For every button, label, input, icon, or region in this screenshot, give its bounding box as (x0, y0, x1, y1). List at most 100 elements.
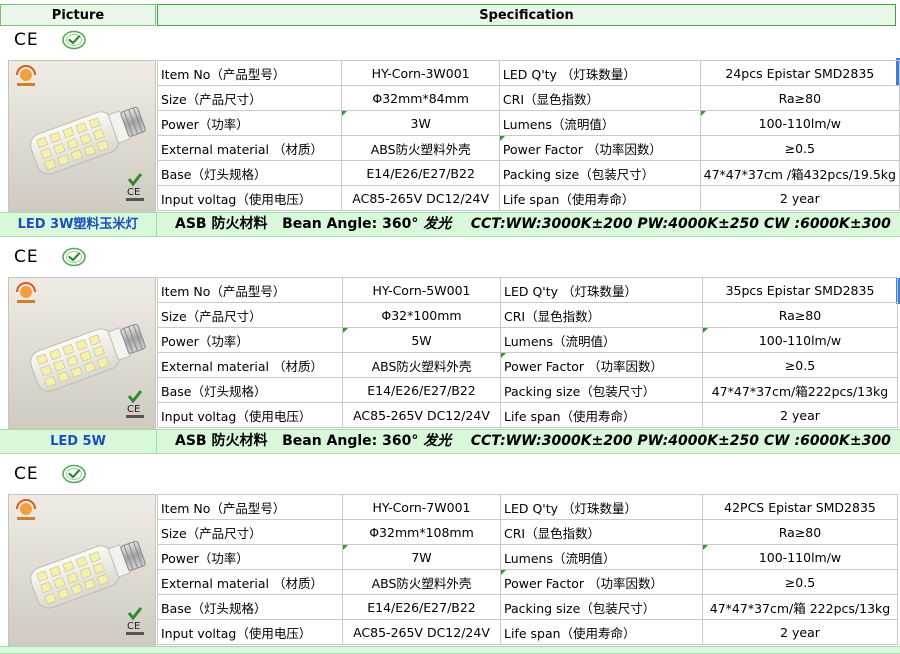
spec-label: Life span（使用寿命） (500, 402, 703, 428)
spec-value: E14/E26/E27/B22 (342, 594, 501, 620)
product-summary-bar: LED 5W ASB 防火材料 Bean Angle: 360° 发光 CCT:… (0, 429, 900, 454)
specification-column-header: Specification (157, 4, 896, 26)
spec-value: 3W (341, 110, 500, 136)
spec-label: Size（产品尺寸） (157, 302, 343, 328)
spec-row: Item No（产品型号） HY-Corn-3W001 LED Q'ty （灯珠数量… (156, 60, 900, 86)
spec-label: Item No（产品型号） (157, 494, 343, 520)
spec-value: HY-Corn-7W001 (342, 494, 501, 520)
spec-label: External material （材质） (157, 569, 343, 595)
spec-label: CRI（显色指数） (500, 519, 703, 545)
svg-text:CE: CE (127, 187, 140, 198)
spec-label: Packing size（包装尺寸） (500, 377, 703, 403)
material-text: ASB 防火材料 (175, 216, 268, 232)
spec-label: Size（产品尺寸） (157, 519, 343, 545)
spec-value: HY-Corn-5W001 (342, 277, 501, 303)
spec-label: Power Factor （功率因数） (498, 135, 701, 161)
picture-column-header: Picture (0, 4, 156, 26)
ce-mark-icon: CE (14, 30, 39, 50)
product-photo: CE (8, 277, 156, 431)
product-feature-line: ASB 防火材料 Bean Angle: 360° 发光 CCT:WW:3000… (175, 213, 891, 236)
product-name: LED 5W (0, 430, 157, 453)
ce-mark-icon: CE (14, 464, 39, 484)
spec-value: 2 year (702, 619, 898, 645)
spec-value: ≥0.5 (702, 569, 898, 595)
cct-text: CCT:WW:3000K±200 PW:4000K±250 CW :6000K±… (470, 433, 891, 449)
spec-label: Input voltag（使用电压） (157, 619, 343, 645)
svg-text:CE: CE (127, 621, 140, 632)
product-summary-bar: LED 3W塑料玉米灯 ASB 防火材料 Bean Angle: 360° 发光… (0, 212, 900, 237)
spec-value: 5W (342, 327, 501, 353)
material-text: ASB 防火材料 (175, 433, 268, 449)
spec-label: CRI（显色指数） (498, 85, 701, 111)
spec-value: Φ32*100mm (342, 302, 501, 328)
spec-label: Base（灯头规格） (157, 377, 343, 403)
spec-label: LED Q'ty （灯珠数量） (500, 494, 703, 520)
led-corn-bulb-image: CE (9, 278, 155, 430)
spec-label: Item No（产品型号） (157, 277, 343, 303)
spec-row: Item No（产品型号） HY-Corn-7W001 LED Q'ty （灯珠数量… (157, 494, 898, 520)
spec-row: Item No（产品型号） HY-Corn-5W001 LED Q'ty （灯珠数量… (157, 277, 898, 303)
spec-label: Power（功率） (157, 544, 343, 570)
spec-value: ≥0.5 (699, 135, 900, 161)
spec-row: Size（产品尺寸） Φ32*100mm CRI（显色指数） Ra≥80 (157, 302, 898, 328)
spec-label: Input voltag（使用电压） (157, 402, 343, 428)
spec-label: Packing size（包装尺寸） (500, 594, 703, 620)
spec-label: Power Factor （功率因数） (500, 569, 703, 595)
spec-label: LED Q'ty （灯珠数量） (498, 60, 701, 86)
spec-row: Base（灯头规格） E14/E26/E27/B22 Packing size（包装… (157, 377, 898, 403)
spec-value: 24pcs Epistar SMD2835 (699, 60, 900, 86)
spec-value: AC85-265V DC12/24V (341, 185, 500, 211)
spec-label: Power（功率） (156, 110, 343, 136)
spec-label: CRI（显色指数） (500, 302, 703, 328)
spec-label: Lumens（流明值） (500, 544, 703, 570)
spec-label: Life span（使用寿命） (500, 619, 703, 645)
spec-value: AC85-265V DC12/24V (342, 402, 501, 428)
spec-label: Input voltag（使用电压） (156, 185, 343, 211)
beam-angle-text: Bean Angle: 360° (282, 216, 419, 232)
check-circle-icon (61, 464, 86, 484)
spec-value: 100-110lm/w (699, 110, 900, 136)
spec-value: 7W (342, 544, 501, 570)
spec-value: 2 year (702, 402, 898, 428)
spec-row: Base（灯头规格） E14/E26/E27/B22 Packing size（包装… (157, 594, 898, 620)
certification-row: CE (14, 247, 87, 267)
spec-label: Base（灯头规格） (156, 160, 343, 186)
spec-label: Power Factor （功率因数） (500, 352, 703, 378)
spec-row: Power（功率） 5W Lumens（流明值） 100-110lm/w (157, 327, 898, 353)
led-corn-bulb-image: CE (9, 61, 155, 213)
check-circle-icon (61, 247, 86, 267)
spec-value: 47*47*37cm/箱222pcs/13kg (702, 377, 898, 403)
glow-text: 发光 (423, 433, 452, 449)
spec-label: External material （材质） (156, 135, 343, 161)
spec-value: 2 year (699, 185, 900, 211)
spec-row: Power（功率） 3W Lumens（流明值） 100-110lm/w (156, 110, 900, 136)
spec-value: Φ32mm*84mm (341, 85, 500, 111)
check-circle-icon (61, 30, 86, 50)
spec-value: Φ32mm*108mm (342, 519, 501, 545)
spec-row: External material （材质） ABS防火塑料外壳 Power Fa… (157, 352, 898, 378)
product-photo: CE (8, 494, 156, 648)
spec-label: Base（灯头规格） (157, 594, 343, 620)
ce-mark-icon: CE (14, 247, 39, 267)
specification-table: Item No（产品型号） HY-Corn-7W001 LED Q'ty （灯珠数量… (157, 494, 898, 645)
spec-value: HY-Corn-3W001 (341, 60, 500, 86)
spec-label: Life span（使用寿命） (498, 185, 701, 211)
spec-row: Size（产品尺寸） Φ32mm*84mm CRI（显色指数） Ra≥80 (156, 85, 900, 111)
spec-row: Input voltag（使用电压） AC85-265V DC12/24V Life… (157, 619, 898, 645)
spec-label: Lumens（流明值） (500, 327, 703, 353)
spec-label: Power（功率） (157, 327, 343, 353)
spec-label: Size（产品尺寸） (156, 85, 343, 111)
spec-value: Ra≥80 (699, 85, 900, 111)
certification-row: CE (14, 464, 87, 484)
spec-label: Lumens（流明值） (498, 110, 701, 136)
specification-table: Item No（产品型号） HY-Corn-5W001 LED Q'ty （灯珠数量… (157, 277, 898, 428)
spec-value: ABS防火塑料外壳 (342, 352, 501, 378)
spec-row: Base（灯头规格） E14/E26/E27/B22 Packing size（包装… (156, 160, 900, 186)
product-summary-bar (0, 646, 900, 654)
spec-label: Packing size（包装尺寸） (498, 160, 701, 186)
product-block: CE Item No（产品型号） HY-Corn-5W001 LED Q'ty （灯… (0, 277, 900, 437)
spec-value: ≥0.5 (702, 352, 898, 378)
svg-text:CE: CE (127, 404, 140, 415)
spec-value: 100-110lm/w (702, 327, 898, 353)
spec-row: External material （材质） ABS防火塑料外壳 Power Fa… (157, 569, 898, 595)
